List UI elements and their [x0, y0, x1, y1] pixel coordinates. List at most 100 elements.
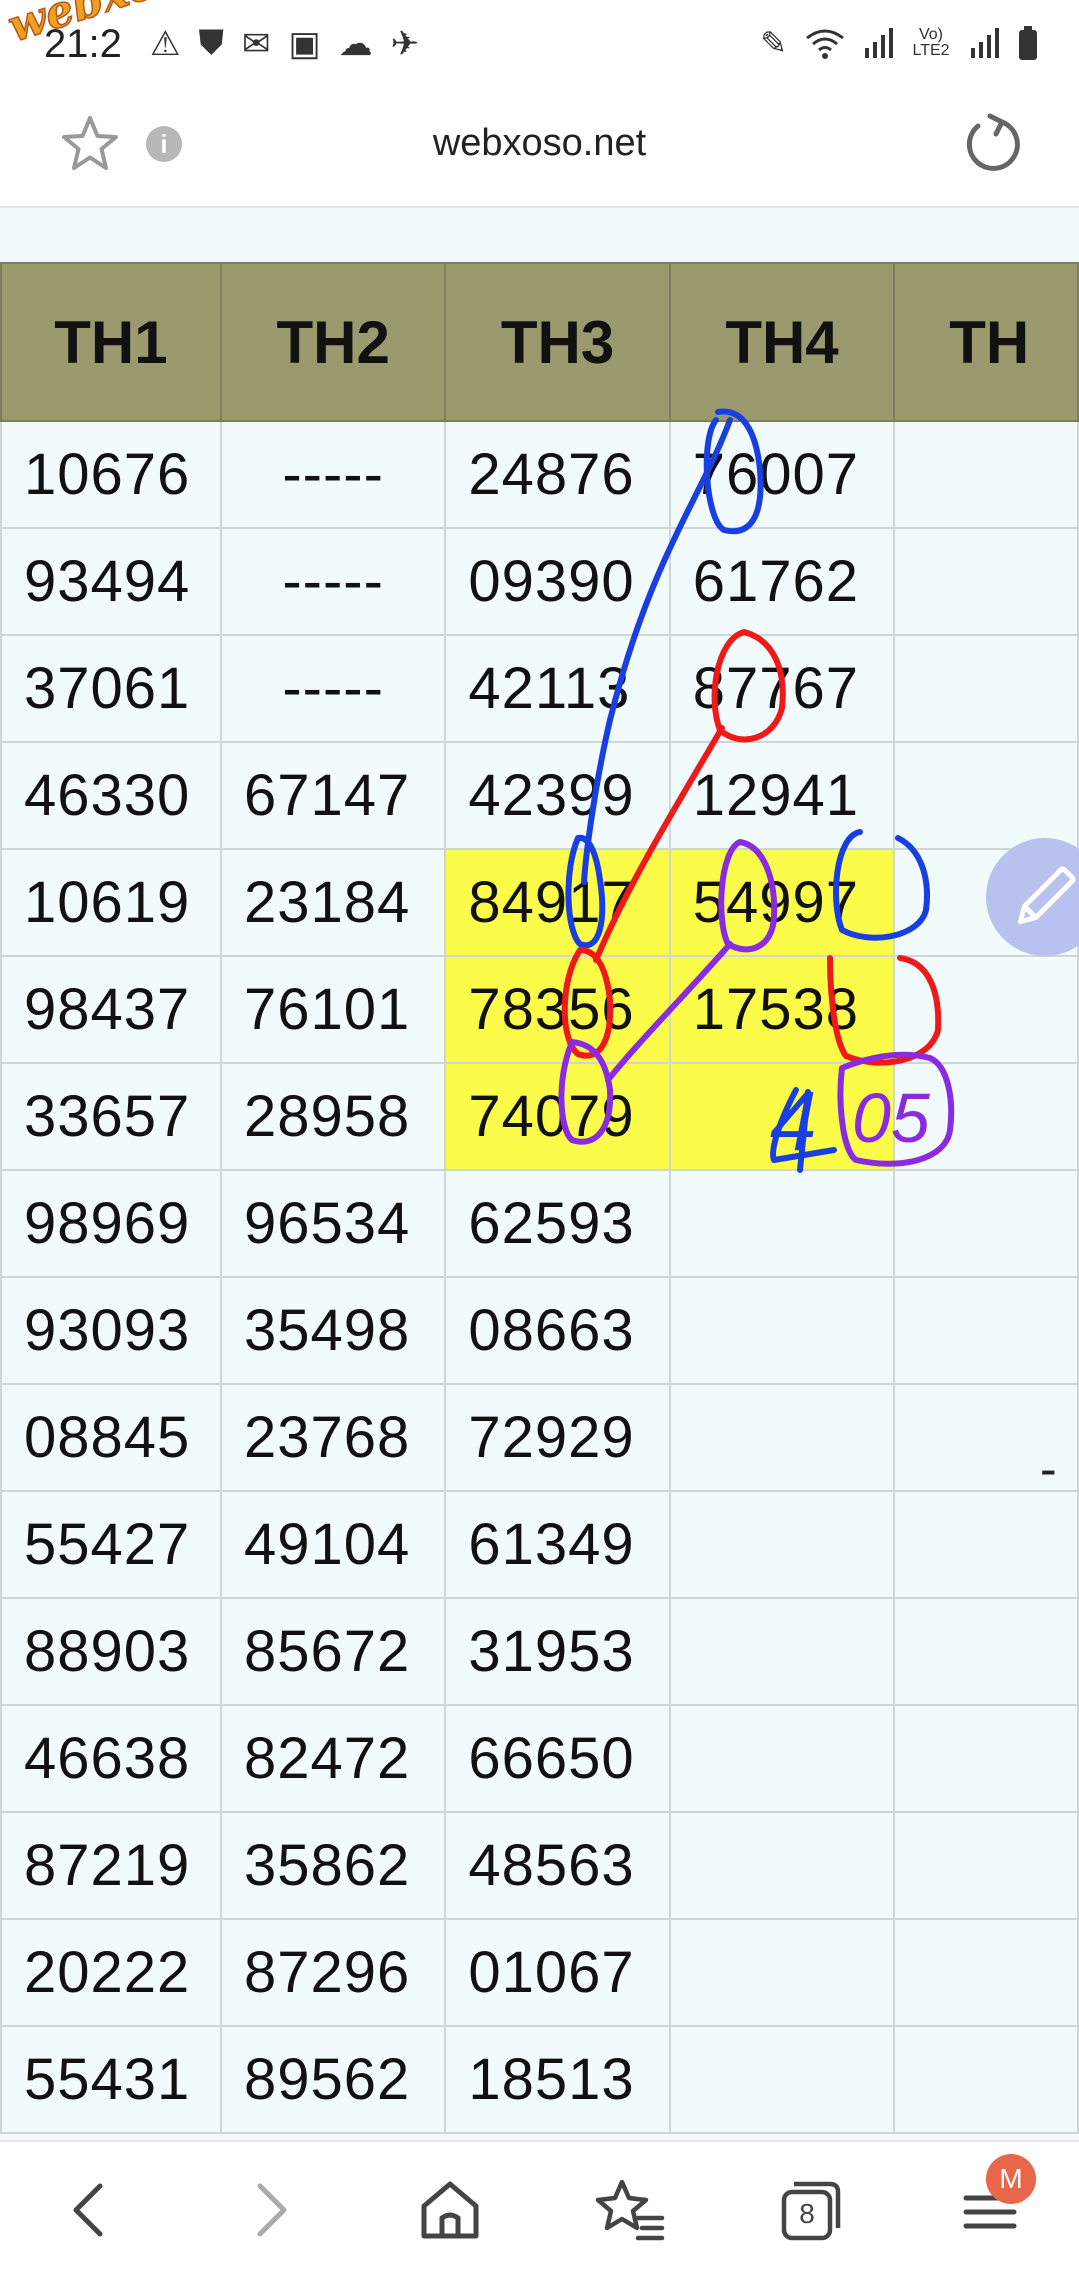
table-cell-th1: 08845: [0, 1383, 222, 1492]
table-cell-th4: [668, 1276, 896, 1385]
table-cell-th1: 20222: [0, 1918, 222, 2027]
table-cell-th5: [893, 955, 1079, 1064]
table-row: 33657 28958 74079: [0, 1062, 1079, 1171]
edit-floating-button[interactable]: [986, 838, 1079, 956]
column-header-th4: TH4: [668, 262, 896, 422]
profile-badge: M: [986, 2154, 1036, 2204]
table-cell-th5: [893, 527, 1079, 636]
table-cell-th1: 10619: [0, 848, 222, 957]
table-cell-th4: [668, 1704, 896, 1813]
table-cell-th1: 55427: [0, 1490, 222, 1599]
table-cell-th1: 37061: [0, 634, 222, 743]
table-cell-th3: 74079: [444, 1062, 671, 1171]
signal-icon-2: [971, 28, 999, 58]
table-cell-th4: 87767: [668, 634, 896, 743]
table-cell-th2: 35862: [219, 1811, 447, 1920]
table-cell-th4: 76007: [668, 420, 896, 529]
table-cell-th1: 46638: [0, 1704, 222, 1813]
table-cell-th2: 89562: [219, 2025, 447, 2134]
table-cell-th4: [668, 1918, 896, 2027]
table-cell-th5: [893, 1811, 1079, 1920]
table-cell-th1: 46330: [0, 741, 222, 850]
table-cell-th1: 87219: [0, 1811, 222, 1920]
table-cell-th3: 31953: [444, 1597, 671, 1706]
volte-icon: Vo) LTE2: [912, 26, 950, 59]
table-cell-th4: 54997: [668, 848, 896, 957]
table-cell-th4: [668, 1811, 896, 1920]
url-field[interactable]: webxoso.net: [0, 122, 1079, 165]
table-row: 20222 87296 01067: [0, 1918, 1079, 2027]
table-cell-th5: [893, 1918, 1079, 2027]
table-row: 98969 96534 62593: [0, 1169, 1079, 1278]
table-cell-th3: 09390: [444, 527, 671, 636]
table-row: 88903 85672 31953: [0, 1597, 1079, 1706]
table-row: 87219 35862 48563: [0, 1811, 1079, 1920]
table-cell-th1: 93093: [0, 1276, 222, 1385]
table-cell-th3: 48563: [444, 1811, 671, 1920]
table-cell-th3: 08663: [444, 1276, 671, 1385]
table-cell-th5: [893, 634, 1079, 743]
warning-icon: ⚠: [150, 25, 181, 63]
home-icon[interactable]: [412, 2172, 488, 2248]
table-cell-th4: [668, 1062, 896, 1171]
table-cell-th3: 78356: [444, 955, 671, 1064]
table-cell-th5: [893, 1490, 1079, 1599]
table-cell-th1: 10676: [0, 420, 222, 529]
table-cell-th3: 72929: [444, 1383, 671, 1492]
table-cell-th2: -----: [219, 527, 447, 636]
table-cell-th5: [893, 1276, 1079, 1385]
table-cell-th1: 98437: [0, 955, 222, 1064]
table-cell-th3: 01067: [444, 1918, 671, 2027]
table-cell-th2: 76101: [219, 955, 447, 1064]
forward-icon[interactable]: [232, 2172, 308, 2248]
table-top-spacer: [0, 208, 1079, 262]
table-cell-th2: 67147: [219, 741, 447, 850]
reload-icon[interactable]: [960, 112, 1024, 176]
table-cell-th4: 12941: [668, 741, 896, 850]
tabs-button[interactable]: 8: [772, 2172, 848, 2248]
table-cell-th4: [668, 2025, 896, 2134]
table-cell-th4: [668, 1597, 896, 1706]
results-table-container[interactable]: TH1 TH2 TH3 TH4 TH 10676 ----- 24876 76007 9…: [0, 262, 1079, 2140]
wifi-icon: [806, 29, 844, 59]
bookmarks-icon[interactable]: [592, 2172, 668, 2248]
column-header-th1: TH1: [0, 262, 222, 422]
gallery-icon: ▣: [288, 25, 321, 63]
table-cell-th1: 33657: [0, 1062, 222, 1171]
battery-icon: [1019, 26, 1037, 60]
column-header-th3: TH3: [444, 262, 671, 422]
table-cell-th3: 24876: [444, 420, 671, 529]
column-header-th5: TH: [893, 262, 1079, 422]
table-cell-th3: 66650: [444, 1704, 671, 1813]
table-row: 08845 23768 72929: [0, 1383, 1079, 1492]
status-right-icons: ✎ Vo) LTE2: [760, 24, 1039, 62]
table-cell-th2: 28958: [219, 1062, 447, 1171]
table-row: 93494 ----- 09390 61762: [0, 527, 1079, 636]
pen-icon: ✎: [760, 25, 787, 61]
vpn-icon: ✈: [390, 25, 420, 63]
table-cell-th2: 23768: [219, 1383, 447, 1492]
table-row: 37061 ----- 42113 87767: [0, 634, 1079, 743]
table-cell-th3: 62593: [444, 1169, 671, 1278]
table-cell-th4: [668, 1169, 896, 1278]
signal-icon: [865, 28, 893, 58]
table-cell-th1: 88903: [0, 1597, 222, 1706]
table-cell-th2: -----: [219, 420, 447, 529]
table-row: 10619 23184 84917 54997: [0, 848, 1079, 957]
table-row: 46638 82472 66650: [0, 1704, 1079, 1813]
table-row: 46330 67147 42399 12941: [0, 741, 1079, 850]
back-icon[interactable]: [52, 2172, 128, 2248]
table-cell-th3: 42399: [444, 741, 671, 850]
table-cell-th5: [893, 420, 1079, 529]
status-left-icons: ⚠ ⛊ ✉ ▣ ☁ ✈: [150, 24, 419, 64]
table-cell-th5: [893, 1062, 1079, 1171]
table-row: 55431 89562 18513: [0, 2025, 1079, 2134]
gmail-icon: ✉: [241, 25, 271, 63]
table-cell-th2: 35498: [219, 1276, 447, 1385]
table-cell-th3: 42113: [444, 634, 671, 743]
table-cell-th5: [893, 1597, 1079, 1706]
pencil-icon: [1017, 866, 1076, 925]
table-cell-th4: 61762: [668, 527, 896, 636]
table-cell-th3: 18513: [444, 2025, 671, 2134]
table-cell-th2: 85672: [219, 1597, 447, 1706]
